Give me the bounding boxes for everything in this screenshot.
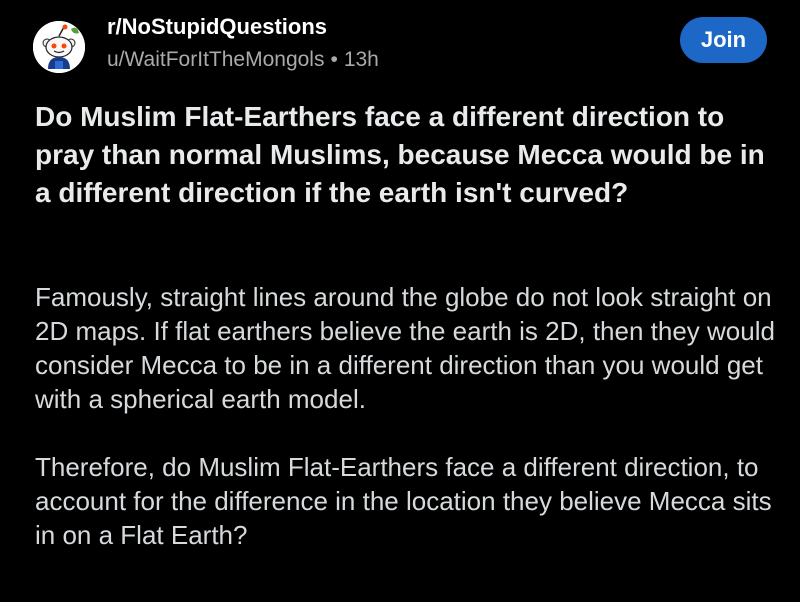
post-body: Famously, straight lines around the glob… <box>35 280 775 552</box>
subreddit-avatar-icon[interactable] <box>33 21 85 73</box>
meta-separator: • <box>330 48 338 71</box>
join-button[interactable]: Join <box>680 17 767 63</box>
author-link[interactable]: u/WaitForItTheMongols <box>107 48 324 71</box>
subreddit-name[interactable]: r/NoStupidQuestions <box>107 14 327 40</box>
post-body-paragraph: Famously, straight lines around the glob… <box>35 282 775 414</box>
post-body-paragraph: Therefore, do Muslim Flat-Earthers face … <box>35 452 772 550</box>
post-meta: u/WaitForItTheMongols • 13h <box>107 48 379 72</box>
post-title: Do Muslim Flat-Earthers face a different… <box>35 101 765 208</box>
post-age: 13h <box>343 48 379 71</box>
post-header: r/NoStupidQuestions u/WaitForItTheMongol… <box>0 0 800 90</box>
